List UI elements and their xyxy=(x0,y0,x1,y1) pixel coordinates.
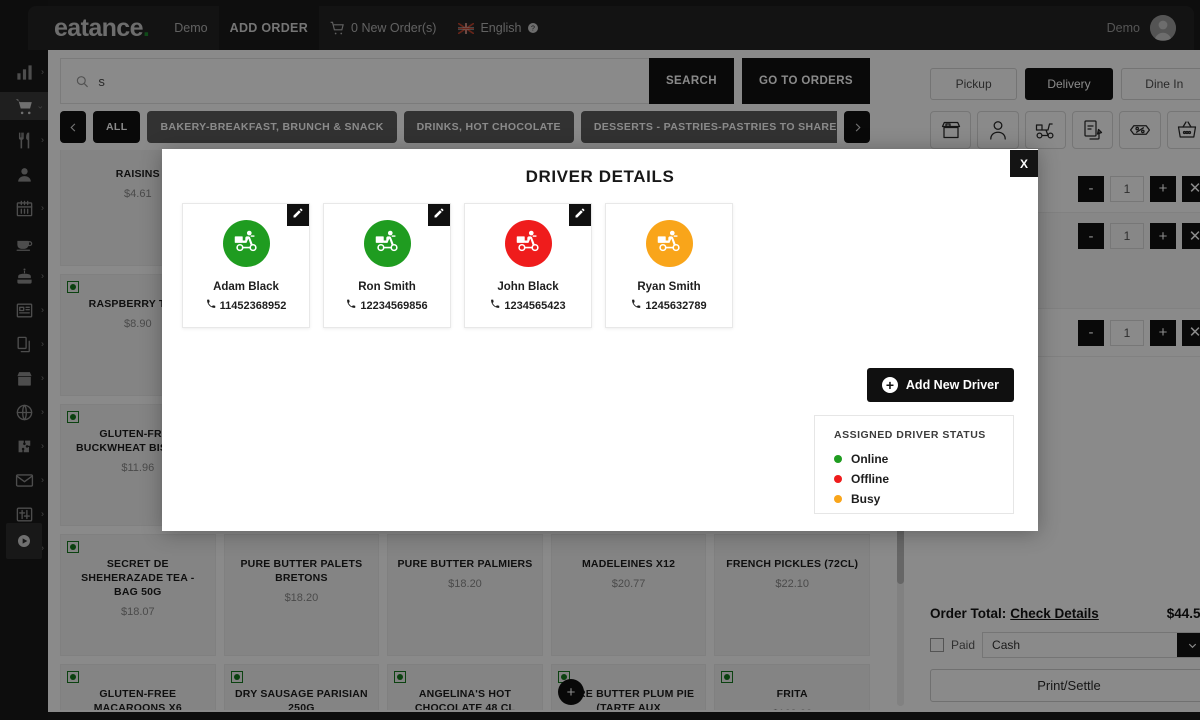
driver-phone-number: 1234565423 xyxy=(504,299,566,312)
modal-title: DRIVER DETAILS xyxy=(525,167,675,186)
driver-details-modal: DRIVER DETAILS Adam Black 11452368952 Ron … xyxy=(162,149,1038,531)
add-new-driver-label: Add New Driver xyxy=(905,378,999,392)
edit-driver-button[interactable] xyxy=(287,204,309,226)
driver-status-avatar xyxy=(504,220,552,267)
driver-card[interactable]: Ryan Smith 1245632789 xyxy=(605,203,733,328)
legend-label: Offline xyxy=(851,472,889,486)
driver-name: John Black xyxy=(497,281,559,293)
driver-phone-number: 11452368952 xyxy=(219,299,287,312)
legend-row: Offline xyxy=(834,472,1013,486)
driver-phone: 11452368952 xyxy=(206,299,287,312)
driver-status-avatar xyxy=(645,220,693,267)
pencil-icon xyxy=(433,206,445,224)
delivery-scooter-icon xyxy=(231,226,261,261)
pencil-icon xyxy=(292,206,304,224)
legend-title: ASSIGNED DRIVER STATUS xyxy=(834,429,986,441)
driver-card[interactable]: John Black 1234565423 xyxy=(464,203,592,328)
legend-label: Busy xyxy=(851,492,881,506)
delivery-scooter-icon xyxy=(372,226,402,261)
plus-circle-icon: + xyxy=(881,377,898,393)
add-new-driver-button[interactable]: + Add New Driver xyxy=(866,368,1014,402)
phone-icon xyxy=(346,299,356,312)
driver-status-legend: ASSIGNED DRIVER STATUS Online Offline Busy xyxy=(814,415,1014,514)
close-modal-button[interactable]: X xyxy=(1010,150,1038,177)
status-dot xyxy=(834,495,842,503)
driver-phone: 1245632789 xyxy=(631,299,707,312)
status-dot xyxy=(834,475,842,483)
driver-phone: 1234565423 xyxy=(490,299,566,312)
legend-row: Online xyxy=(834,452,1013,466)
driver-phone-number: 1245632789 xyxy=(645,299,707,312)
driver-card[interactable]: Ron Smith 12234569856 xyxy=(323,203,451,328)
driver-card[interactable]: Adam Black 11452368952 xyxy=(182,203,310,328)
driver-name: Adam Black xyxy=(213,281,279,293)
driver-status-avatar xyxy=(363,220,411,267)
delivery-scooter-icon xyxy=(513,226,543,261)
driver-phone-number: 12234569856 xyxy=(360,299,428,312)
driver-name: Ryan Smith xyxy=(637,281,701,293)
phone-icon xyxy=(206,299,216,312)
pencil-icon xyxy=(574,206,586,224)
driver-phone: 12234569856 xyxy=(346,299,428,312)
delivery-scooter-icon xyxy=(654,226,684,261)
phone-icon xyxy=(631,299,641,312)
status-dot xyxy=(834,455,842,463)
driver-status-avatar xyxy=(222,220,270,267)
edit-driver-button[interactable] xyxy=(569,204,591,226)
edit-driver-button[interactable] xyxy=(428,204,450,226)
driver-cards-list: Adam Black 11452368952 Ron Smith 1223456985… xyxy=(162,187,1038,328)
legend-label: Online xyxy=(851,452,889,466)
legend-row: Busy xyxy=(834,492,1013,506)
phone-icon xyxy=(490,299,500,312)
driver-name: Ron Smith xyxy=(358,281,416,293)
